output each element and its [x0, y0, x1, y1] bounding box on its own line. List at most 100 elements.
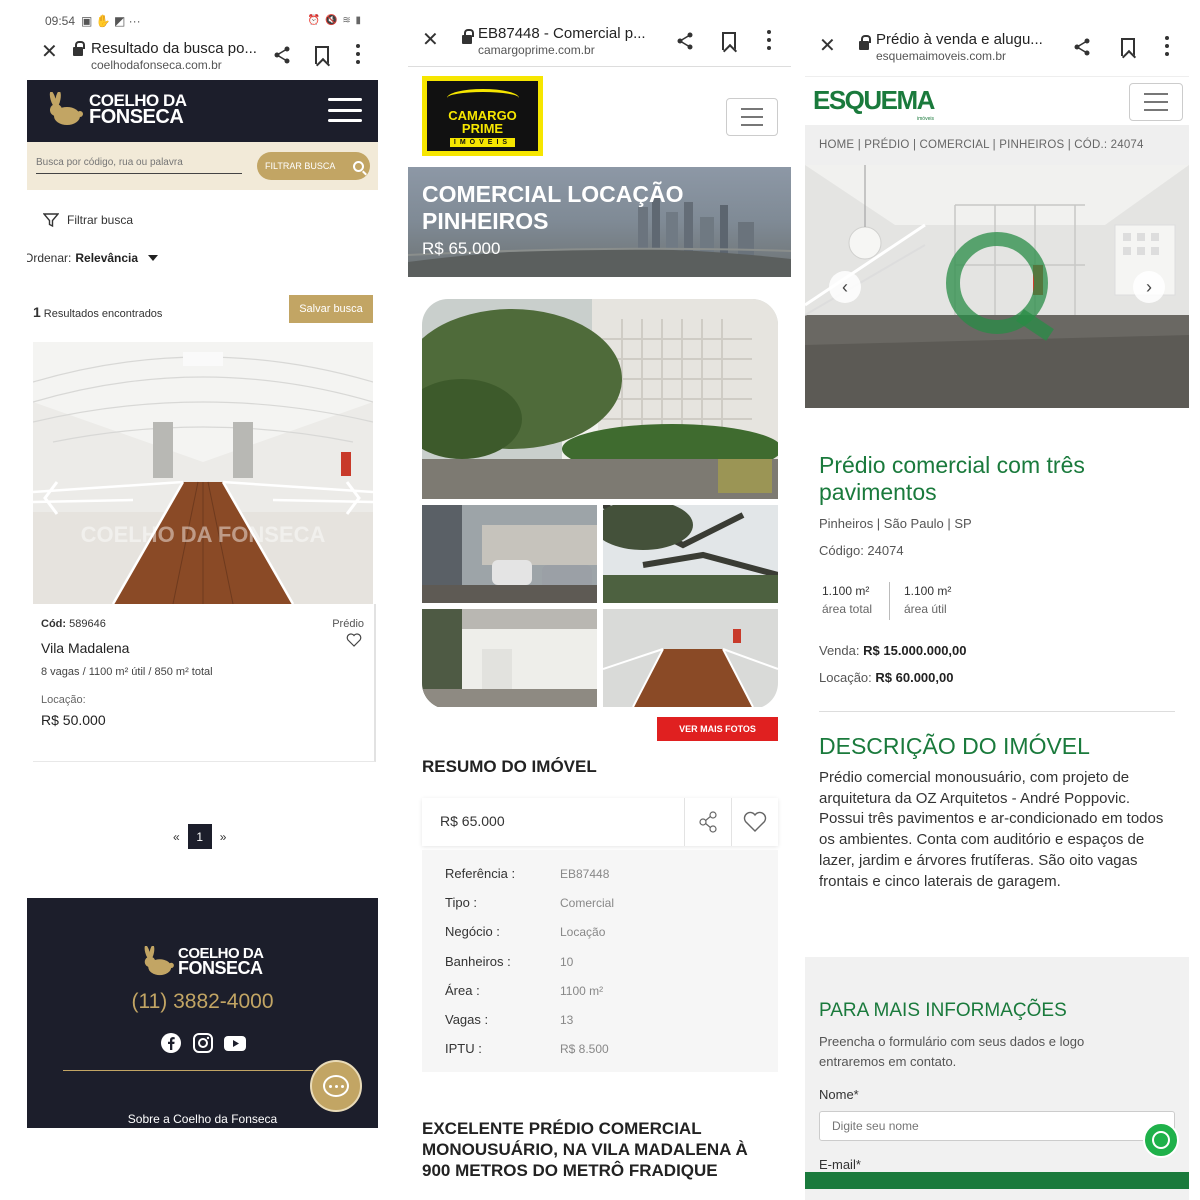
- page-1-button[interactable]: 1: [187, 824, 212, 849]
- close-tab-icon[interactable]: ✕: [819, 36, 836, 56]
- next-page-button[interactable]: »: [220, 830, 227, 844]
- logo-text: COELHO DA FONSECA: [89, 90, 187, 128]
- hamburger-menu-icon[interactable]: [328, 98, 362, 122]
- browser-bar: ✕ Prédio à venda e alugu... esquemaimove…: [805, 0, 1189, 80]
- description-heading: DESCRIÇÃO DO IMÓVEL: [819, 733, 1090, 759]
- listing-photo[interactable]: COELHO DA FONSECA: [33, 342, 373, 604]
- name-input[interactable]: [819, 1111, 1175, 1141]
- lock-icon: [859, 35, 871, 50]
- more-menu-icon[interactable]: [1165, 36, 1169, 56]
- chat-button[interactable]: [310, 1060, 362, 1112]
- more-menu-icon[interactable]: [356, 44, 360, 64]
- thumb-photo-2[interactable]: [603, 505, 778, 603]
- share-icon: [699, 811, 717, 833]
- sort-select[interactable]: Ordenar: Relevância: [27, 251, 159, 265]
- area-divider: [889, 582, 890, 620]
- footer-phone[interactable]: (11) 3882-4000: [27, 990, 378, 1014]
- listing-price: R$ 65.000: [440, 813, 505, 829]
- status-right-icons: ⏰ 🔇 ≋ ▮: [307, 15, 362, 26]
- site-logo[interactable]: COELHO DA FONSECA: [47, 90, 187, 128]
- listing-photo[interactable]: ‹ ›: [805, 165, 1189, 408]
- footer-about-link[interactable]: Sobre a Coelho da Fonseca: [27, 1112, 378, 1126]
- area-util: 1.100 m² área útil: [904, 584, 952, 616]
- site-footer: COELHO DA FONSECA (11) 3882-4000 Sobre a…: [27, 898, 378, 1128]
- youtube-icon[interactable]: [224, 1032, 246, 1054]
- url-host[interactable]: coelhodafonseca.com.br: [91, 58, 222, 72]
- name-label: Nome*: [819, 1087, 859, 1102]
- next-photo-button[interactable]: ›: [1133, 271, 1165, 303]
- site-header: COELHO DA FONSECA: [27, 80, 378, 142]
- thumb-photo-1[interactable]: [422, 505, 597, 603]
- filter-toggle[interactable]: Filtrar busca: [43, 212, 133, 228]
- close-tab-icon[interactable]: ✕: [422, 30, 439, 50]
- breadcrumb[interactable]: HOME | PRÉDIO | COMERCIAL | PINHEIROS | …: [805, 125, 1189, 165]
- interior-photo-illustration: [805, 165, 1189, 408]
- more-photos-button[interactable]: VER MAIS FOTOS: [657, 717, 778, 741]
- esquema-imoveis-screen: ✕ Prédio à venda e alugu... esquemaimove…: [805, 0, 1189, 1200]
- share-button[interactable]: [684, 798, 731, 846]
- listing-code: Cód: 589646: [41, 618, 106, 630]
- page-title[interactable]: Prédio à venda e alugu...: [876, 31, 1056, 48]
- hero-title: COMERCIAL LOCAÇÃO PINHEIROS: [422, 181, 684, 234]
- listing-card[interactable]: Cód: 589646 Prédio Vila Madalena 8 vagas…: [33, 604, 376, 762]
- whatsapp-button[interactable]: [1143, 1122, 1179, 1158]
- social-links: [160, 1032, 246, 1054]
- photo-watermark: COELHO DA FONSECA: [81, 522, 326, 547]
- favorite-heart-icon[interactable]: [346, 632, 362, 648]
- prev-photo-button[interactable]: ‹: [829, 271, 861, 303]
- detail-value: 10: [560, 955, 574, 969]
- whatsapp-icon: [1152, 1131, 1170, 1149]
- camargo-prime-screen: ✕ EB87448 - Comercial p... camargoprime.…: [408, 0, 791, 1200]
- url-host[interactable]: esquemaimoveis.com.br: [876, 49, 1006, 63]
- detail-label: Tipo :: [445, 895, 478, 910]
- footer-logo[interactable]: COELHO DA FONSECA: [142, 946, 264, 977]
- prev-page-button[interactable]: «: [173, 830, 180, 844]
- lock-icon: [462, 29, 474, 44]
- facebook-icon[interactable]: [160, 1032, 182, 1054]
- share-icon[interactable]: [676, 32, 694, 50]
- thumb-photo-4[interactable]: [603, 609, 778, 707]
- page-title[interactable]: EB87448 - Comercial p...: [478, 25, 658, 42]
- site-logo[interactable]: CAMARGO PRIME IMÓVEIS: [422, 76, 543, 156]
- page-title[interactable]: Resultado da busca po...: [91, 40, 261, 57]
- detail-value: 13: [560, 1013, 574, 1027]
- funnel-icon: [43, 213, 59, 228]
- bookmark-icon[interactable]: [1121, 38, 1135, 56]
- hero-price: R$ 65.000: [422, 239, 501, 258]
- status-bar: 09:54 ▣ ✋ ◩ ···: [45, 14, 141, 28]
- bottom-action-bar[interactable]: [805, 1172, 1189, 1189]
- bookmark-icon[interactable]: [722, 32, 736, 50]
- detail-label: Referência :: [445, 866, 516, 881]
- contact-subtitle: Preencha o formulário com seus dados e l…: [819, 1034, 1085, 1069]
- hamburger-menu-icon[interactable]: [726, 98, 778, 136]
- browser-bar: 09:54 ▣ ✋ ◩ ··· ⏰ 🔇 ≋ ▮ ✕ Resultado da b…: [27, 0, 378, 80]
- footer-divider: [63, 1070, 313, 1071]
- search-input[interactable]: [36, 157, 242, 174]
- share-icon[interactable]: [273, 46, 291, 64]
- bookmark-icon[interactable]: [315, 46, 329, 64]
- detail-value: 1100 m²: [560, 984, 604, 998]
- more-menu-icon[interactable]: [767, 30, 771, 50]
- main-photo[interactable]: [422, 299, 778, 499]
- hero-banner: COMERCIAL LOCAÇÃO PINHEIROS R$ 65.000: [408, 167, 791, 277]
- hamburger-menu-icon[interactable]: [1129, 83, 1183, 121]
- heart-icon: [743, 811, 767, 832]
- rabbit-logo-icon: [144, 946, 174, 976]
- description-text: Prédio comercial monousuário, com projet…: [819, 769, 1164, 890]
- instagram-icon[interactable]: [192, 1032, 214, 1054]
- price-box: R$ 65.000: [422, 798, 778, 846]
- detail-label: Negócio :: [445, 924, 500, 939]
- site-logo[interactable]: ESQUEMA imóveis: [813, 85, 935, 122]
- save-search-button[interactable]: Salvar busca: [289, 295, 373, 323]
- favorite-button[interactable]: [731, 798, 778, 846]
- url-host[interactable]: camargoprime.com.br: [478, 43, 595, 57]
- thumb-photo-3[interactable]: [422, 609, 597, 707]
- share-icon[interactable]: [1073, 38, 1091, 56]
- search-bar: FILTRAR BUSCA: [27, 142, 378, 190]
- browser-bar: ✕ EB87448 - Comercial p... camargoprime.…: [408, 0, 791, 80]
- photo-gallery: [422, 299, 778, 709]
- filter-search-button[interactable]: FILTRAR BUSCA: [257, 152, 370, 180]
- close-tab-icon[interactable]: ✕: [41, 42, 58, 62]
- rent-label: Locação:: [41, 694, 86, 706]
- pagination: « 1 »: [173, 824, 226, 849]
